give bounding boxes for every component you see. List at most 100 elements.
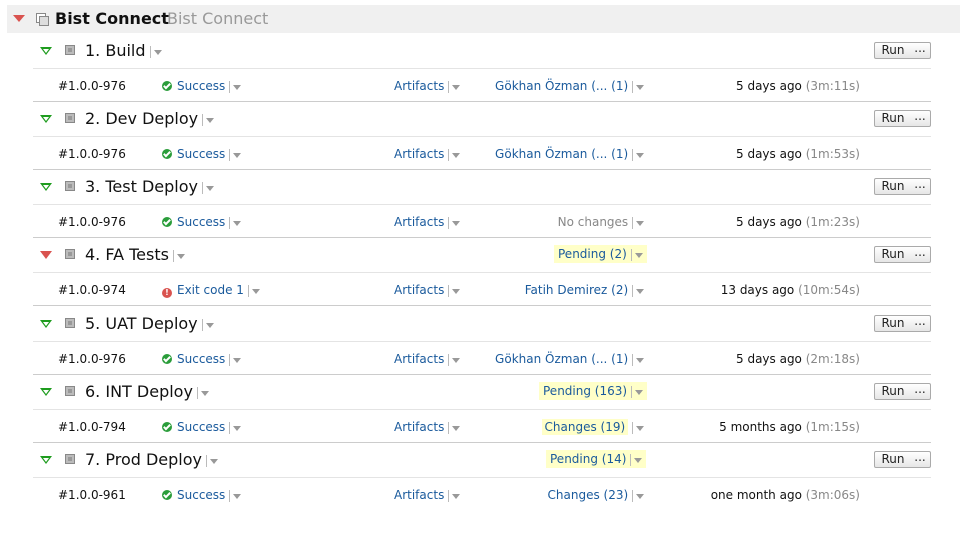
artifacts-link[interactable]: Artifacts bbox=[394, 79, 444, 93]
changes-dropdown-icon[interactable] bbox=[632, 489, 644, 502]
run-options-button[interactable]: ... bbox=[910, 451, 931, 468]
changes-label[interactable]: No changes bbox=[558, 215, 629, 229]
expand-toggle-icon[interactable] bbox=[40, 183, 52, 191]
pending-dropdown-icon[interactable] bbox=[630, 385, 643, 398]
config-menu-dropdown-icon[interactable] bbox=[172, 249, 185, 262]
status-dropdown-icon[interactable] bbox=[229, 80, 242, 93]
build-number[interactable]: #1.0.0-976 bbox=[58, 147, 126, 161]
run-button[interactable]: Run bbox=[874, 110, 912, 127]
expand-toggle-icon[interactable] bbox=[40, 388, 52, 396]
build-number[interactable]: #1.0.0-974 bbox=[58, 283, 126, 297]
changes-link[interactable]: Changes (19) bbox=[541, 419, 629, 435]
collapse-arrow-icon[interactable] bbox=[13, 15, 25, 22]
changes-link[interactable]: Gökhan Özman (... (1) bbox=[495, 79, 628, 93]
artifacts-link[interactable]: Artifacts bbox=[394, 352, 444, 366]
run-button[interactable]: Run bbox=[874, 451, 912, 468]
build-duration: (1m:23s) bbox=[805, 215, 860, 229]
run-button[interactable]: Run bbox=[874, 315, 912, 332]
artifacts-link[interactable]: Artifacts bbox=[394, 147, 444, 161]
expand-toggle-icon[interactable] bbox=[40, 115, 52, 123]
artifacts-dropdown-icon[interactable] bbox=[448, 80, 461, 93]
build-config-name[interactable]: 6. INT Deploy bbox=[85, 382, 193, 401]
build-number[interactable]: #1.0.0-976 bbox=[58, 352, 126, 366]
run-options-button[interactable]: ... bbox=[910, 383, 931, 400]
changes-link[interactable]: Changes (23) bbox=[548, 488, 629, 502]
status-dropdown-icon[interactable] bbox=[229, 148, 242, 161]
run-options-button[interactable]: ... bbox=[910, 110, 931, 127]
artifacts-dropdown-icon[interactable] bbox=[448, 421, 461, 434]
pending-badge[interactable]: Pending (14) bbox=[546, 450, 647, 468]
run-options-button[interactable]: ... bbox=[910, 178, 931, 195]
build-status-link[interactable]: Success bbox=[177, 215, 225, 229]
run-button[interactable]: Run bbox=[874, 246, 912, 263]
config-menu-dropdown-icon[interactable] bbox=[206, 454, 218, 467]
artifacts-dropdown-icon[interactable] bbox=[448, 284, 461, 297]
run-button[interactable]: Run bbox=[874, 383, 912, 400]
changes-dropdown-icon[interactable] bbox=[632, 80, 644, 93]
artifacts-dropdown-icon[interactable] bbox=[448, 353, 461, 366]
config-menu-dropdown-icon[interactable] bbox=[149, 45, 162, 58]
build-config-name[interactable]: 2. Dev Deploy bbox=[85, 109, 198, 128]
build-config-name[interactable]: 5. UAT Deploy bbox=[85, 314, 198, 333]
build-number[interactable]: #1.0.0-961 bbox=[58, 488, 126, 502]
artifacts-dropdown-icon[interactable] bbox=[448, 148, 461, 161]
build-status-link[interactable]: Success bbox=[177, 420, 225, 434]
run-button[interactable]: Run bbox=[874, 178, 912, 195]
config-menu-dropdown-icon[interactable] bbox=[201, 318, 214, 331]
expand-toggle-icon[interactable] bbox=[40, 320, 52, 328]
build-time: one month ago (3m:06s) bbox=[711, 488, 860, 502]
build-config-name[interactable]: 3. Test Deploy bbox=[85, 177, 198, 196]
config-menu-dropdown-icon[interactable] bbox=[196, 386, 209, 399]
changes-dropdown-icon[interactable] bbox=[632, 148, 644, 161]
config-menu-dropdown-icon[interactable] bbox=[202, 113, 215, 126]
build-status-link[interactable]: Exit code 1 bbox=[177, 283, 244, 297]
changes-dropdown-icon[interactable] bbox=[632, 216, 644, 229]
run-button[interactable]: Run bbox=[874, 42, 912, 59]
status-dropdown-icon[interactable] bbox=[229, 216, 242, 229]
run-options-button[interactable]: ... bbox=[910, 246, 931, 263]
build-number[interactable]: #1.0.0-976 bbox=[58, 79, 126, 93]
build-time: 5 days ago (1m:53s) bbox=[736, 147, 860, 161]
artifacts-dropdown-icon[interactable] bbox=[448, 216, 461, 229]
pending-dropdown-icon[interactable] bbox=[630, 453, 643, 466]
build-config-name[interactable]: 4. FA Tests bbox=[85, 245, 169, 264]
artifacts-link[interactable]: Artifacts bbox=[394, 215, 444, 229]
changes-link[interactable]: Fatih Demirez (2) bbox=[525, 283, 628, 297]
pending-badge[interactable]: Pending (2) bbox=[554, 245, 647, 263]
failed-toggle-icon[interactable] bbox=[40, 251, 52, 259]
build-status-link[interactable]: Success bbox=[177, 488, 225, 502]
run-options-button[interactable]: ... bbox=[910, 42, 931, 59]
build-config-title: 3. Test Deploy bbox=[85, 177, 214, 196]
pending-label[interactable]: Pending (14) bbox=[550, 452, 626, 466]
changes-link[interactable]: Gökhan Özman (... (1) bbox=[495, 352, 628, 366]
status-dropdown-icon[interactable] bbox=[229, 353, 242, 366]
status-dropdown-icon[interactable] bbox=[229, 421, 242, 434]
build-status-link[interactable]: Success bbox=[177, 79, 225, 93]
artifacts-dropdown-icon[interactable] bbox=[448, 489, 461, 502]
pending-badge[interactable]: Pending (163) bbox=[539, 382, 647, 400]
build-config-name[interactable]: 7. Prod Deploy bbox=[85, 450, 202, 469]
build-number[interactable]: #1.0.0-976 bbox=[58, 215, 126, 229]
artifacts-link[interactable]: Artifacts bbox=[394, 283, 444, 297]
run-options-button[interactable]: ... bbox=[910, 315, 931, 332]
expand-toggle-icon[interactable] bbox=[40, 47, 52, 55]
build-status: ! Exit code 1 bbox=[162, 283, 260, 298]
status-dropdown-icon[interactable] bbox=[229, 489, 242, 502]
changes-dropdown-icon[interactable] bbox=[632, 284, 644, 297]
status-dropdown-icon[interactable] bbox=[247, 284, 260, 297]
expand-toggle-icon[interactable] bbox=[40, 456, 52, 464]
pending-dropdown-icon[interactable] bbox=[630, 248, 643, 261]
build-status-link[interactable]: Success bbox=[177, 147, 225, 161]
config-menu-dropdown-icon[interactable] bbox=[201, 181, 214, 194]
build-config-name[interactable]: 1. Build bbox=[85, 41, 146, 60]
changes-dropdown-icon[interactable] bbox=[632, 353, 644, 366]
pending-label[interactable]: Pending (2) bbox=[558, 247, 627, 261]
artifacts-link[interactable]: Artifacts bbox=[394, 420, 444, 434]
artifacts-link[interactable]: Artifacts bbox=[394, 488, 444, 502]
changes-link[interactable]: Gökhan Özman (... (1) bbox=[495, 147, 628, 161]
project-name[interactable]: Bist Connect bbox=[55, 9, 169, 28]
changes-dropdown-icon[interactable] bbox=[632, 421, 644, 434]
build-number[interactable]: #1.0.0-794 bbox=[58, 420, 126, 434]
build-status-link[interactable]: Success bbox=[177, 352, 225, 366]
pending-label[interactable]: Pending (163) bbox=[543, 384, 627, 398]
